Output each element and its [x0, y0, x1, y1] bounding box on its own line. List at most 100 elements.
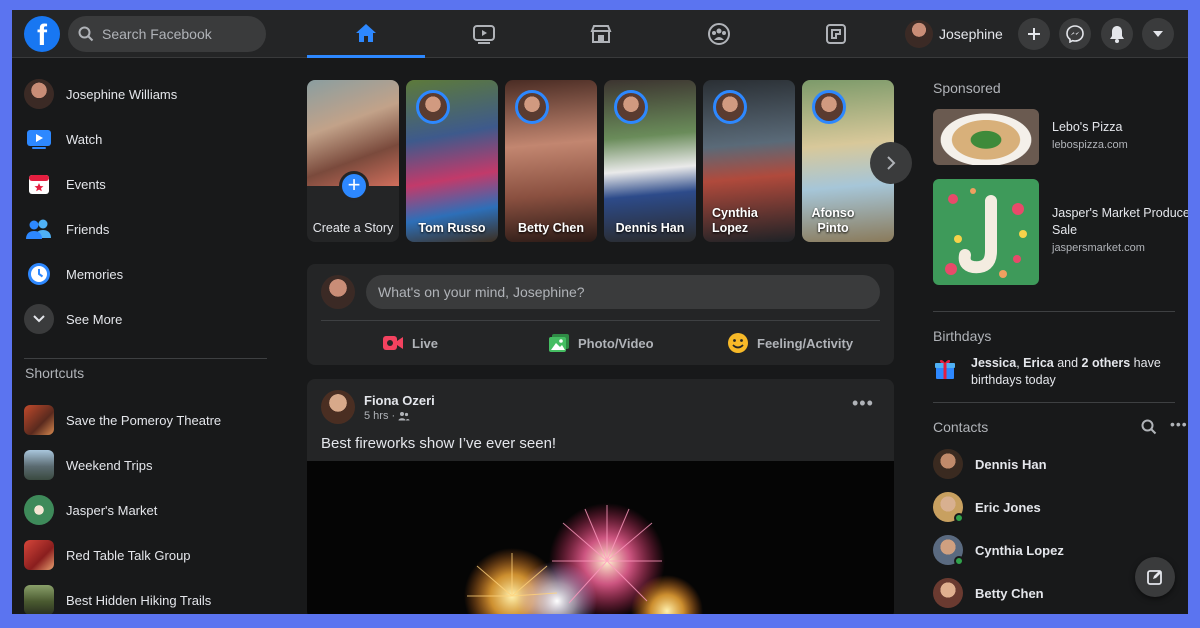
sidebar-item-label: See More — [66, 311, 123, 327]
plus-icon: + — [339, 171, 369, 201]
notifications-button[interactable] — [1101, 18, 1133, 50]
messenger-icon — [1066, 25, 1084, 43]
contact-name: Cynthia Lopez — [975, 542, 1064, 558]
sidebar-item-label: Events — [66, 176, 106, 192]
video-icon — [473, 25, 495, 44]
online-indicator — [954, 556, 964, 566]
ad-image — [933, 179, 1039, 285]
gift-icon — [935, 359, 955, 379]
sidebar-item-label: Memories — [66, 266, 124, 282]
post-author[interactable]: Fiona Ozeri — [364, 393, 435, 408]
shortcut-item[interactable]: Save the Pomeroy Theatre — [24, 402, 274, 438]
separator: · — [391, 410, 396, 422]
birthdays-heading: Birthdays — [933, 328, 992, 344]
contacts-more-button[interactable]: ••• — [1170, 416, 1188, 432]
ad-url: lebospizza.com — [1052, 139, 1128, 151]
messenger-button[interactable] — [1059, 18, 1091, 50]
tab-groups[interactable] — [660, 10, 778, 58]
post-time[interactable]: 5 hrs — [364, 410, 388, 422]
story-name: Cynthia Lopez — [712, 206, 758, 235]
live-video-button[interactable]: Live — [382, 330, 438, 356]
shortcuts-heading: Shortcuts — [25, 365, 85, 381]
birthday-name[interactable]: Erica — [1023, 356, 1054, 370]
post-composer: Live Photo/Video Feeling/Activity — [307, 264, 894, 365]
feeling-activity-label: Feeling/Activity — [757, 335, 854, 351]
shortcut-label: Jasper's Market — [66, 502, 158, 518]
contact-name: Dennis Han — [975, 456, 1047, 472]
avatar — [416, 90, 450, 124]
sidebar-item-events[interactable]: Events — [24, 166, 274, 202]
post-image[interactable] — [307, 461, 894, 614]
sidebar-item-watch[interactable]: Watch — [24, 121, 274, 157]
contact-item[interactable]: Cynthia Lopez — [933, 534, 1064, 566]
search-icon[interactable] — [1141, 419, 1157, 435]
sidebar-item-see-more[interactable]: See More — [24, 301, 274, 337]
feed-post: Fiona Ozeri 5 hrs · ••• Best fireworks s… — [307, 379, 894, 614]
contact-item[interactable]: Betty Chen — [933, 577, 1044, 609]
avatar — [905, 20, 933, 48]
facebook-logo-icon[interactable]: f — [24, 16, 60, 52]
create-button[interactable] — [1018, 18, 1050, 50]
tab-marketplace[interactable] — [542, 10, 660, 58]
fireworks-image — [464, 503, 703, 614]
sidebar-item-label: Josephine Williams — [66, 86, 178, 102]
search-input[interactable] — [102, 26, 252, 42]
contacts-heading: Contacts — [933, 419, 989, 435]
gaming-icon — [826, 24, 846, 44]
left-sidebar: Josephine Williams Watch Events Friends … — [12, 58, 282, 614]
app-window: f Josephine — [12, 10, 1188, 614]
account-menu-button[interactable] — [1142, 18, 1174, 50]
story-card[interactable]: Betty Chen — [505, 80, 597, 242]
stories-tray: + Create a Story Tom Russo Betty Chen De… — [307, 80, 912, 242]
post-text: Best fireworks show I’ve ever seen! — [321, 435, 557, 452]
contact-item[interactable]: Dennis Han — [933, 448, 1047, 480]
sidebar-item-friends[interactable]: Friends — [24, 211, 274, 247]
sidebar-item-label: Watch — [66, 131, 103, 147]
ad-title: Jasper's Market Produce Sale — [1052, 206, 1188, 237]
birthday-others[interactable]: 2 others — [1082, 356, 1131, 370]
shortcut-item[interactable]: Red Table Talk Group — [24, 537, 274, 573]
watch-icon — [24, 124, 54, 154]
profile-chip[interactable]: Josephine — [905, 20, 1003, 48]
shortcut-item[interactable]: Best Hidden Hiking Trails — [24, 582, 274, 614]
new-message-button[interactable] — [1135, 557, 1175, 597]
shortcut-thumbnail — [24, 405, 54, 435]
shortcut-thumbnail — [24, 495, 54, 525]
shortcut-item[interactable]: Jasper's Market — [24, 492, 274, 528]
story-name: Afonso Pinto — [811, 206, 855, 235]
profile-name: Josephine — [939, 26, 1003, 42]
compose-icon — [1147, 570, 1162, 585]
photo-video-button[interactable]: Photo/Video — [548, 330, 654, 356]
shortcut-label: Best Hidden Hiking Trails — [66, 592, 212, 608]
photo-icon — [549, 334, 569, 352]
story-card[interactable]: Dennis Han — [604, 80, 696, 242]
sidebar-item-profile[interactable]: Josephine Williams — [24, 76, 274, 112]
birthday-text: Jessica, Erica and 2 others have birthda… — [971, 356, 1161, 387]
tab-home[interactable] — [307, 10, 425, 58]
sidebar-item-memories[interactable]: Memories — [24, 256, 274, 292]
avatar[interactable] — [321, 390, 355, 424]
birthday-name[interactable]: Jessica — [971, 356, 1016, 370]
feeling-activity-button[interactable]: Feeling/Activity — [727, 330, 853, 356]
shortcut-thumbnail — [24, 450, 54, 480]
shortcut-item[interactable]: Weekend Trips — [24, 447, 274, 483]
composer-input[interactable] — [366, 275, 880, 309]
avatar — [713, 90, 747, 124]
avatar — [933, 492, 964, 523]
divider — [933, 311, 1175, 312]
live-video-icon — [383, 336, 403, 350]
story-card[interactable]: Tom Russo — [406, 80, 498, 242]
create-story-card[interactable]: + Create a Story — [307, 80, 399, 242]
more-options-button[interactable]: ••• — [852, 393, 874, 414]
tab-watch[interactable] — [425, 10, 543, 58]
groups-icon — [708, 23, 730, 45]
birthday-notice[interactable]: Jessica, Erica and 2 others have birthda… — [933, 355, 1183, 389]
contact-item[interactable]: Eric Jones — [933, 491, 1041, 523]
shortcut-label: Weekend Trips — [66, 457, 153, 473]
tab-gaming[interactable] — [777, 10, 895, 58]
stories-next-button[interactable] — [870, 142, 912, 184]
search-icon — [78, 26, 94, 42]
story-card[interactable]: Cynthia Lopez — [703, 80, 795, 242]
search-box[interactable] — [68, 16, 266, 52]
clock-icon — [24, 259, 54, 289]
